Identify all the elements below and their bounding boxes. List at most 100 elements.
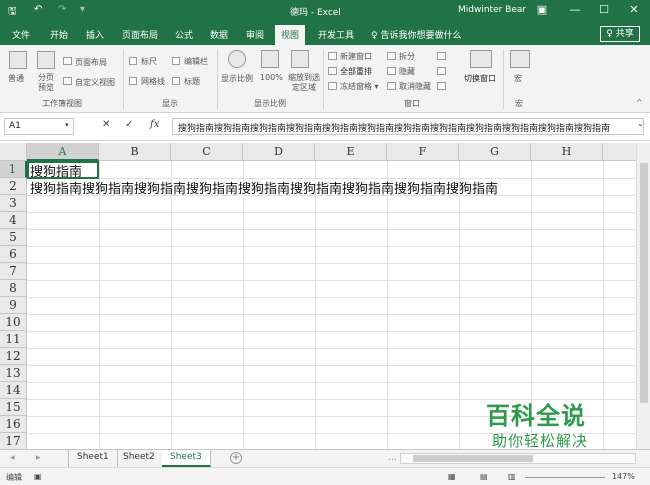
row-header[interactable]: 9 [0,297,27,314]
tab-developer[interactable]: 开发工具 [318,28,354,41]
row-header[interactable]: 2 [0,178,27,195]
collapse-ribbon-icon[interactable]: ^ [636,98,643,107]
sheet-tab-sheet2[interactable]: Sheet2 [115,450,164,467]
ruler-checkbox[interactable] [129,57,137,65]
expand-formula-bar-icon[interactable]: ⌄ [637,119,644,128]
row-header[interactable]: 12 [0,348,27,365]
zoom-level[interactable]: 147% [612,472,635,481]
row-header[interactable]: 16 [0,416,27,433]
undo-icon[interactable]: ↶ [34,4,42,15]
gridlines-checkbox[interactable] [129,77,137,85]
column-header[interactable] [603,143,636,161]
row-header[interactable]: 15 [0,399,27,416]
switch-windows-icon[interactable] [470,50,492,68]
page-break-preview-icon[interactable] [37,51,55,69]
switch-windows-button[interactable]: 切换窗口 [464,73,496,84]
redo-icon[interactable]: ↷ [58,4,66,15]
column-header[interactable]: C [171,143,243,161]
macro-record-icon[interactable]: ▣ [34,472,42,481]
horizontal-scrollbar[interactable] [400,453,636,464]
user-name[interactable]: Midwinter Bear [458,5,526,15]
hide-icon[interactable] [387,67,396,75]
split-button[interactable]: 拆分 [399,51,415,62]
arrange-all-icon[interactable] [328,67,337,75]
sheet-tab-sheet3[interactable]: Sheet3 [162,450,211,467]
zoom-100-button[interactable]: 100% [260,73,283,82]
ribbon-display-options-icon[interactable]: ▣ [532,3,552,16]
row-header[interactable]: 6 [0,246,27,263]
macros-icon[interactable] [510,50,530,68]
name-box-dropdown-icon[interactable]: ▾ [65,121,69,129]
zoom-100-icon[interactable] [261,50,279,68]
name-box[interactable]: A1 [4,118,74,135]
maximize-button[interactable]: ☐ [594,3,614,16]
zoom-selection-icon[interactable] [291,50,309,68]
sync-scroll-icon[interactable] [437,67,446,75]
minimize-button[interactable]: — [565,3,585,16]
quick-access-customize-icon[interactable]: ▾ [80,4,85,15]
page-layout-button[interactable]: 页面布局 [75,57,107,68]
row-header[interactable]: 8 [0,280,27,297]
column-header[interactable]: D [243,143,315,161]
close-button[interactable]: ✕ [624,3,644,16]
row-header[interactable]: 7 [0,263,27,280]
page-break-status-icon[interactable]: ▥ [508,472,516,481]
macros-button[interactable]: 宏 [514,73,522,84]
confirm-entry-icon[interactable]: ✓ [125,119,133,130]
add-sheet-icon[interactable]: + [230,452,242,464]
new-window-icon[interactable] [328,52,337,60]
tab-file[interactable]: 文件 [12,28,30,41]
sheet-more-icon[interactable]: … [388,453,397,463]
vertical-scrollbar[interactable] [636,143,650,449]
formula-bar-checkbox[interactable] [172,57,180,65]
hide-button[interactable]: 隐藏 [399,66,415,77]
column-header[interactable]: G [459,143,531,161]
cell-a2[interactable]: 搜狗指南搜狗指南搜狗指南搜狗指南搜狗指南搜狗指南搜狗指南搜狗指南搜狗指南 [30,178,498,197]
tab-page-layout[interactable]: 页面布局 [122,28,158,41]
normal-view-button[interactable]: 普通 [8,73,24,84]
column-header[interactable]: E [315,143,387,161]
split-icon[interactable] [387,52,396,60]
column-header[interactable]: B [99,143,171,161]
normal-view-status-icon[interactable]: ▦ [448,472,456,481]
insert-function-icon[interactable]: fx [150,119,159,130]
freeze-panes-icon[interactable] [328,82,337,90]
reset-window-position-icon[interactable] [437,82,446,90]
row-header[interactable]: 3 [0,195,27,212]
row-header[interactable]: 10 [0,314,27,331]
zoom-selection-button[interactable]: 缩放到选定区域 [287,73,321,93]
row-header[interactable]: 1 [0,161,27,178]
tab-home[interactable]: 开始 [50,28,68,41]
column-header[interactable]: F [387,143,459,161]
tab-review[interactable]: 审阅 [246,28,264,41]
row-header[interactable]: 17 [0,433,27,449]
custom-views-button[interactable]: 自定义视图 [75,77,115,88]
column-header[interactable]: H [531,143,603,161]
zoom-magnifier-icon[interactable] [228,50,246,68]
horizontal-scroll-thumb[interactable] [413,455,533,462]
sheet-nav-next-icon[interactable]: ▸ [36,453,41,463]
sheet-nav-prev-icon[interactable]: ◂ [10,453,15,463]
row-header[interactable]: 13 [0,365,27,382]
new-window-button[interactable]: 新建窗口 [340,51,372,62]
zoom-slider[interactable] [525,477,605,478]
cancel-entry-icon[interactable]: ✕ [102,119,110,130]
formula-input[interactable]: 搜狗指南搜狗指南搜狗指南搜狗指南搜狗指南搜狗指南搜狗指南搜狗指南搜狗指南搜狗指南… [172,118,644,135]
arrange-all-button[interactable]: 全部重排 [340,66,372,77]
row-header[interactable]: 11 [0,331,27,348]
row-header[interactable]: 14 [0,382,27,399]
sheet-tab-sheet1[interactable]: Sheet1 [68,450,118,467]
unhide-icon[interactable] [387,82,396,90]
page-layout-icon[interactable] [63,57,72,65]
share-button[interactable]: ♀ 共享 [600,26,640,42]
page-layout-status-icon[interactable]: ▤ [480,472,488,481]
page-break-preview-button[interactable]: 分页预览 [38,73,58,93]
normal-view-icon[interactable] [9,51,27,69]
custom-views-icon[interactable] [63,77,72,85]
tab-view[interactable]: 视图 [275,25,306,45]
view-side-by-side-icon[interactable] [437,52,446,60]
row-header[interactable]: 5 [0,229,27,246]
tell-me-search[interactable]: ♀ 告诉我你想要做什么 [371,28,461,41]
tab-data[interactable]: 数据 [210,28,228,41]
row-header[interactable]: 4 [0,212,27,229]
